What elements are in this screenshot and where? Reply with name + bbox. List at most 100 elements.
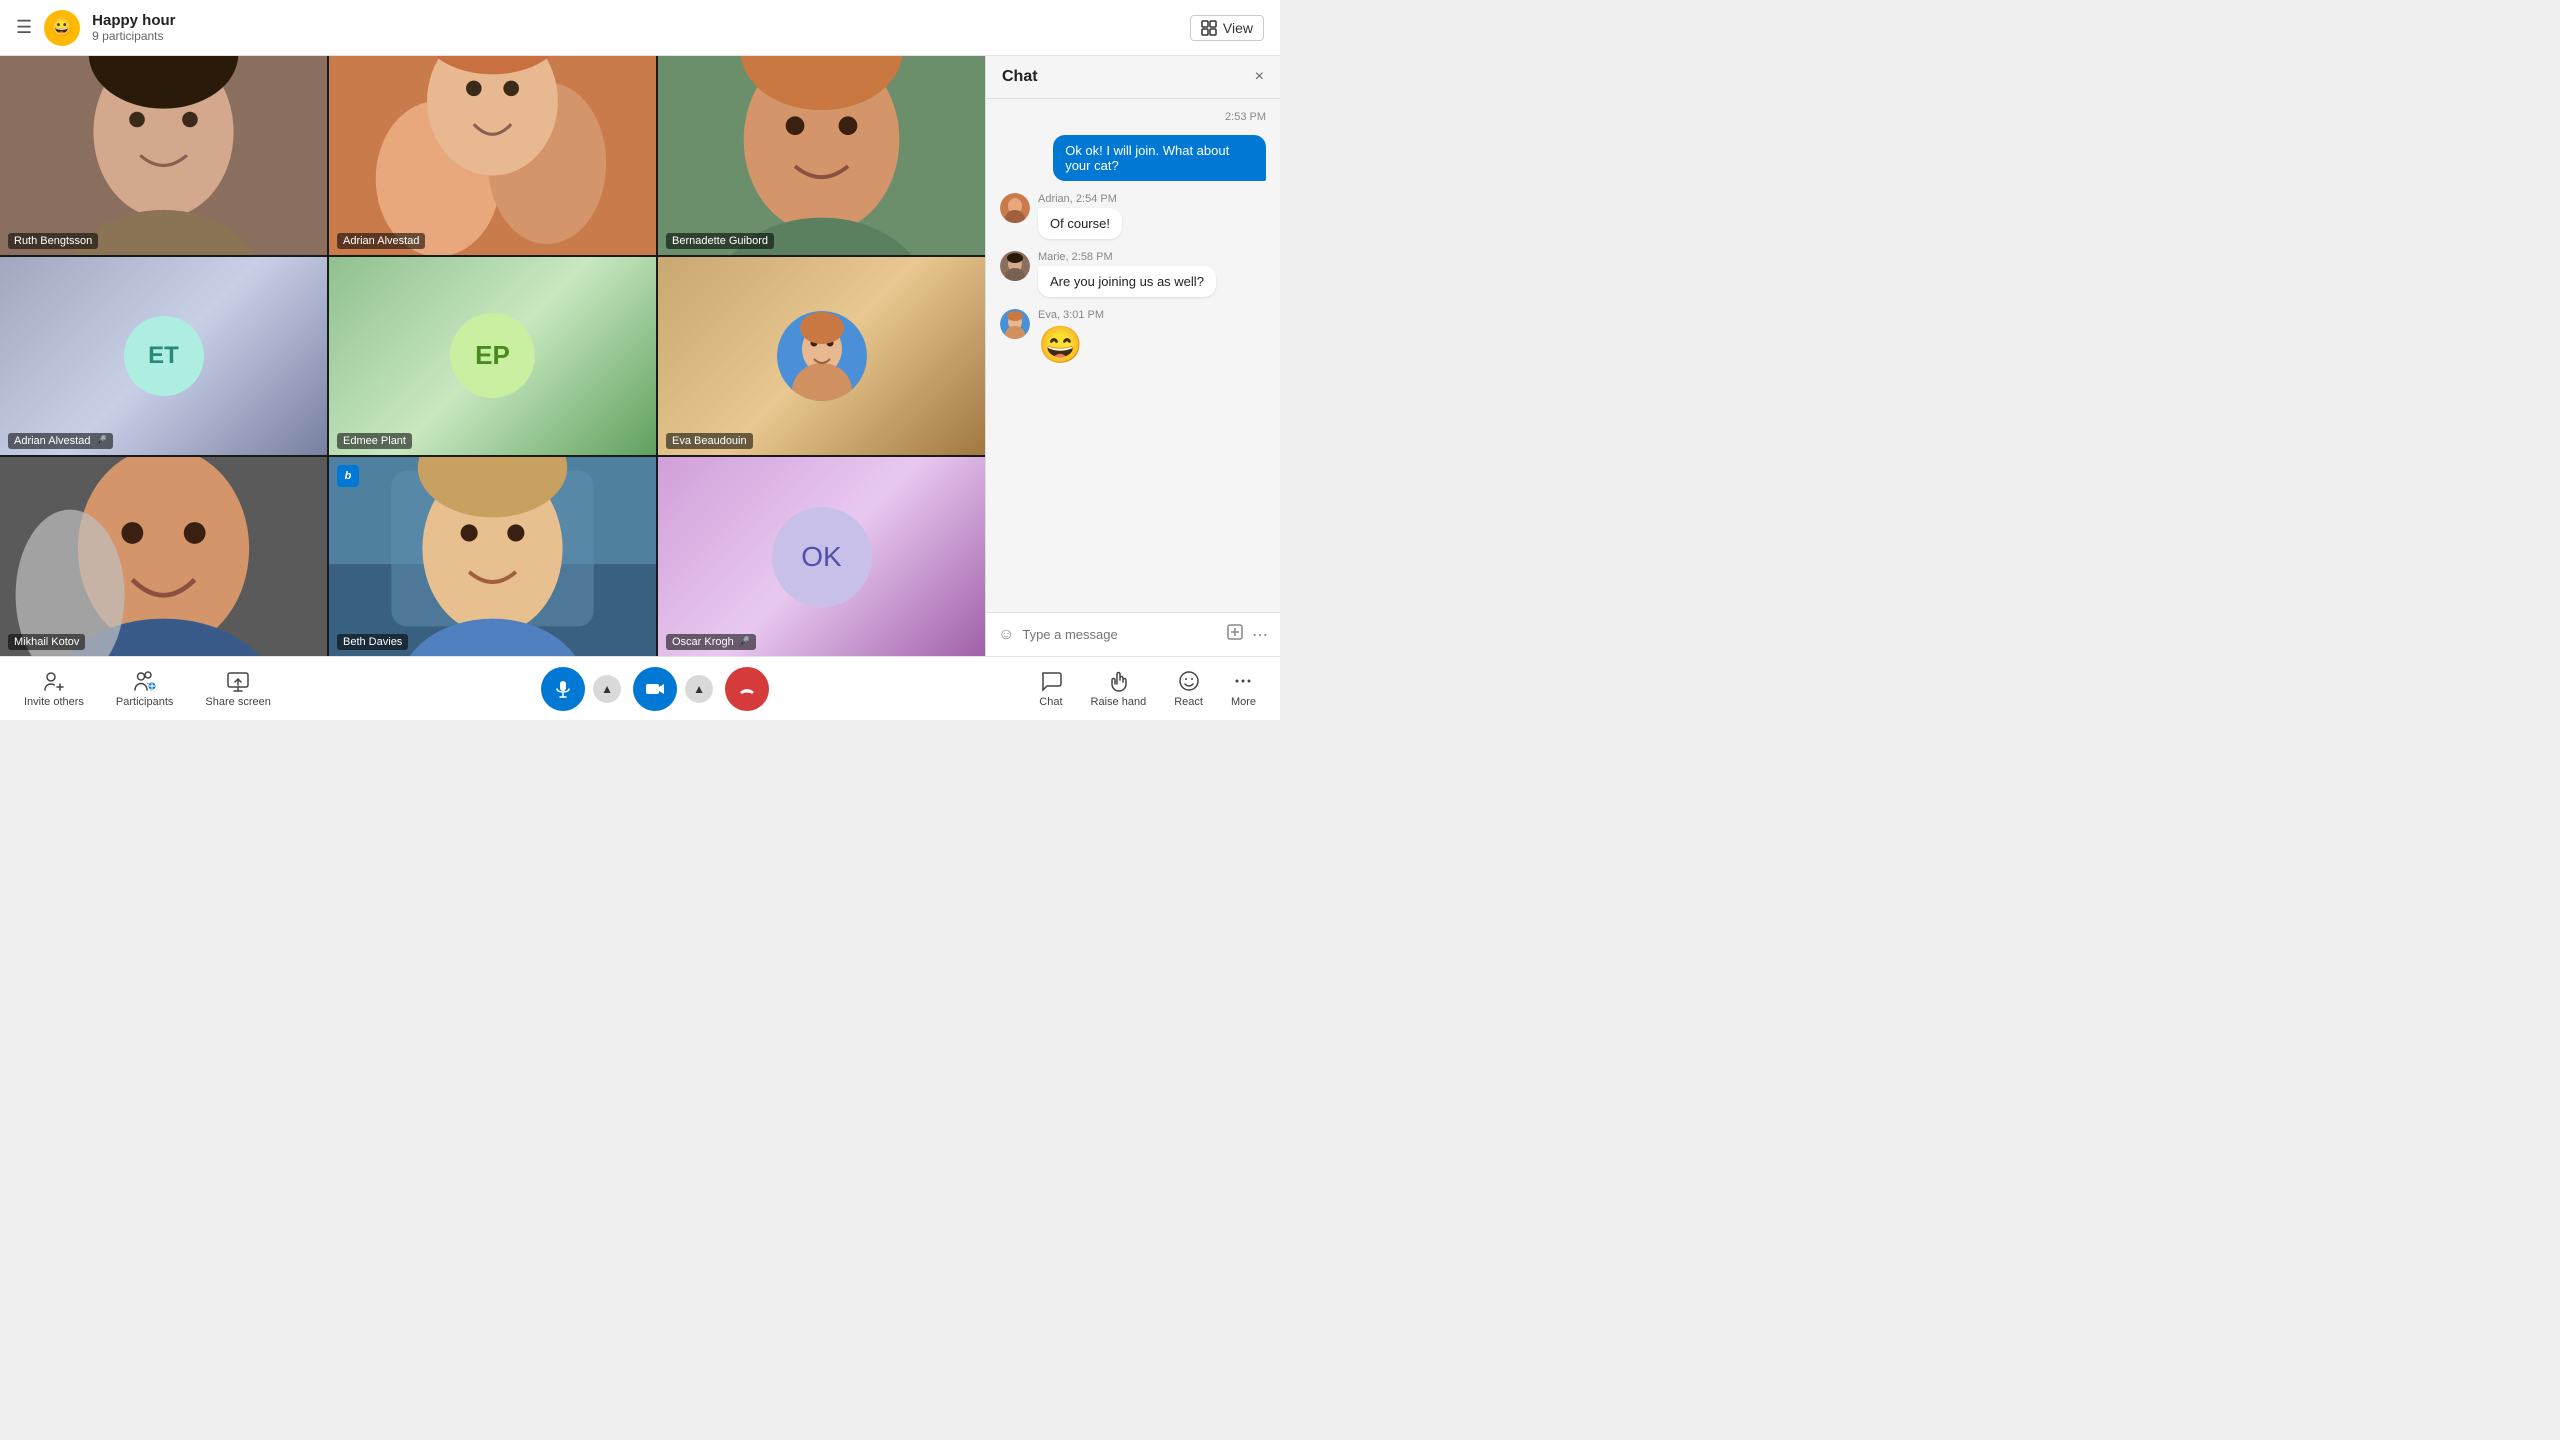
raise-hand-label: Raise hand [1091, 696, 1147, 708]
more-button[interactable]: More [1231, 670, 1256, 708]
message-outgoing: Ok ok! I will join. What about your cat? [1053, 135, 1266, 181]
adrian-face [329, 56, 656, 255]
adrian-avatar-img [1000, 193, 1030, 223]
video-feed-oscar: OK [658, 457, 985, 656]
video-feed-beth [329, 457, 656, 656]
end-call-button[interactable] [725, 667, 769, 711]
share-screen-icon [227, 670, 249, 692]
timestamp-out: 2:53 PM [1225, 111, 1266, 123]
message-content-eva: Eva, 3:01 PM 😄 [1038, 309, 1266, 366]
message-text-marie: Are you joining us as well? [1038, 266, 1216, 297]
video-feed-bernadette [658, 56, 985, 255]
message-input[interactable] [1022, 627, 1218, 642]
camera-icon [645, 679, 665, 699]
participant-name-ruth: Ruth Bengtsson [14, 235, 92, 247]
video-cell-bernadette: Bernadette Guibord [658, 56, 985, 255]
sender-name-marie: Marie, 2:58 PM [1038, 251, 1266, 263]
meeting-avatar: 😀 [44, 10, 80, 46]
message-content-marie: Marie, 2:58 PM Are you joining us as wel… [1038, 251, 1266, 297]
label-adrian-group: Adrian Alvestad [337, 233, 425, 249]
video-cell-beth: b Beth Davies [329, 457, 656, 656]
participant-name-ep: Edmee Plant [343, 435, 406, 447]
avatar-oscar: OK [772, 507, 872, 607]
participant-name-et: Adrian Alvestad [14, 435, 90, 447]
participants-icon [134, 670, 156, 692]
video-grid: Ruth Bengtsson Adrian Alvestad [0, 56, 985, 656]
mute-icon-et: 🎤 [94, 436, 106, 447]
message-row-marie: Marie, 2:58 PM Are you joining us as wel… [1000, 251, 1266, 297]
message-text-out: Ok ok! I will join. What about your cat? [1065, 143, 1229, 173]
participant-name-bernadette: Bernadette Guibord [672, 235, 768, 247]
react-icon [1178, 670, 1200, 692]
meeting-emoji: 😀 [51, 17, 73, 38]
mute-button[interactable] [541, 667, 585, 711]
message-emoji-eva: 😄 [1038, 324, 1266, 366]
video-cell-eva: Eva Beaudouin [658, 257, 985, 456]
label-ruth: Ruth Bengtsson [8, 233, 98, 249]
view-label: View [1223, 20, 1253, 36]
video-cell-et: ET Adrian Alvestad 🎤 [0, 257, 327, 456]
share-label: Share screen [205, 696, 270, 708]
video-cell-ruth: Ruth Bengtsson [0, 56, 327, 255]
chat-close-button[interactable]: × [1255, 68, 1264, 86]
toolbar-center: ▲ ▲ [541, 667, 769, 711]
invite-label: Invite others [24, 696, 84, 708]
cam-expand[interactable]: ▲ [685, 675, 713, 703]
more-options-icon[interactable]: ⋯ [1252, 625, 1268, 645]
view-button[interactable]: View [1190, 15, 1264, 41]
share-screen-button[interactable]: Share screen [205, 670, 270, 708]
avatar-marie-chat [1000, 251, 1030, 281]
meeting-title: Happy hour [92, 12, 1178, 29]
invite-icon [43, 670, 65, 692]
mute-icon-oscar: 🎤 [738, 637, 750, 648]
mic-expand[interactable]: ▲ [593, 675, 621, 703]
participants-label: Participants [116, 696, 173, 708]
mic-icon [553, 679, 573, 699]
video-feed-ruth [0, 56, 327, 255]
label-ep: Edmee Plant [337, 433, 412, 449]
eva-photo [777, 311, 867, 401]
view-icon [1201, 20, 1217, 36]
participants-button[interactable]: Participants [116, 670, 173, 708]
label-oscar: Oscar Krogh 🎤 [666, 634, 756, 650]
react-button[interactable]: React [1174, 670, 1203, 708]
chat-button[interactable]: Chat [1039, 670, 1062, 708]
end-call-icon [736, 678, 758, 700]
sender-name-eva: Eva, 3:01 PM [1038, 309, 1266, 321]
mikhail-face [0, 457, 327, 656]
camera-button[interactable] [633, 667, 677, 711]
meeting-info: Happy hour 9 participants [92, 12, 1178, 43]
label-eva: Eva Beaudouin [666, 433, 753, 449]
label-bernadette: Bernadette Guibord [666, 233, 774, 249]
toolbar: Invite others Participants Sha [0, 656, 1280, 720]
sender-name-adrian: Adrian, 2:54 PM [1038, 193, 1266, 205]
avatar-adrian-chat [1000, 193, 1030, 223]
bernadette-face [658, 56, 985, 255]
message-row-eva: Eva, 3:01 PM 😄 [1000, 309, 1266, 366]
video-cell-adrian-group: Adrian Alvestad [329, 56, 656, 255]
message-text-adrian: Of course! [1038, 208, 1122, 239]
label-mikhail: Mikhail Kotov [8, 634, 85, 650]
invite-others-button[interactable]: Invite others [24, 670, 84, 708]
beth-face [329, 457, 656, 656]
label-et: Adrian Alvestad 🎤 [8, 433, 113, 449]
eva-avatar-img [1000, 309, 1030, 339]
participant-name-eva: Eva Beaudouin [672, 435, 747, 447]
chat-header: Chat × [986, 56, 1280, 99]
avatar-et: ET [124, 316, 204, 396]
label-beth: Beth Davies [337, 634, 408, 650]
video-cell-oscar: OK Oscar Krogh 🎤 [658, 457, 985, 656]
raise-hand-button[interactable]: Raise hand [1091, 670, 1147, 708]
emoji-picker-icon[interactable]: ☺ [998, 626, 1014, 644]
attach-file-icon[interactable] [1226, 623, 1244, 646]
raise-hand-icon [1107, 670, 1129, 692]
message-content-adrian: Adrian, 2:54 PM Of course! [1038, 193, 1266, 239]
message-row-adrian: Adrian, 2:54 PM Of course! [1000, 193, 1266, 239]
message-timestamp-out: 2:53 PM [1000, 111, 1266, 123]
chat-panel: Chat × 2:53 PM Ok ok! I will join. What … [985, 56, 1280, 656]
menu-icon[interactable]: ☰ [16, 17, 32, 38]
bing-icon: b [337, 465, 359, 487]
ruth-face [0, 56, 327, 255]
participant-count: 9 participants [92, 29, 1178, 43]
chat-icon [1040, 670, 1062, 692]
